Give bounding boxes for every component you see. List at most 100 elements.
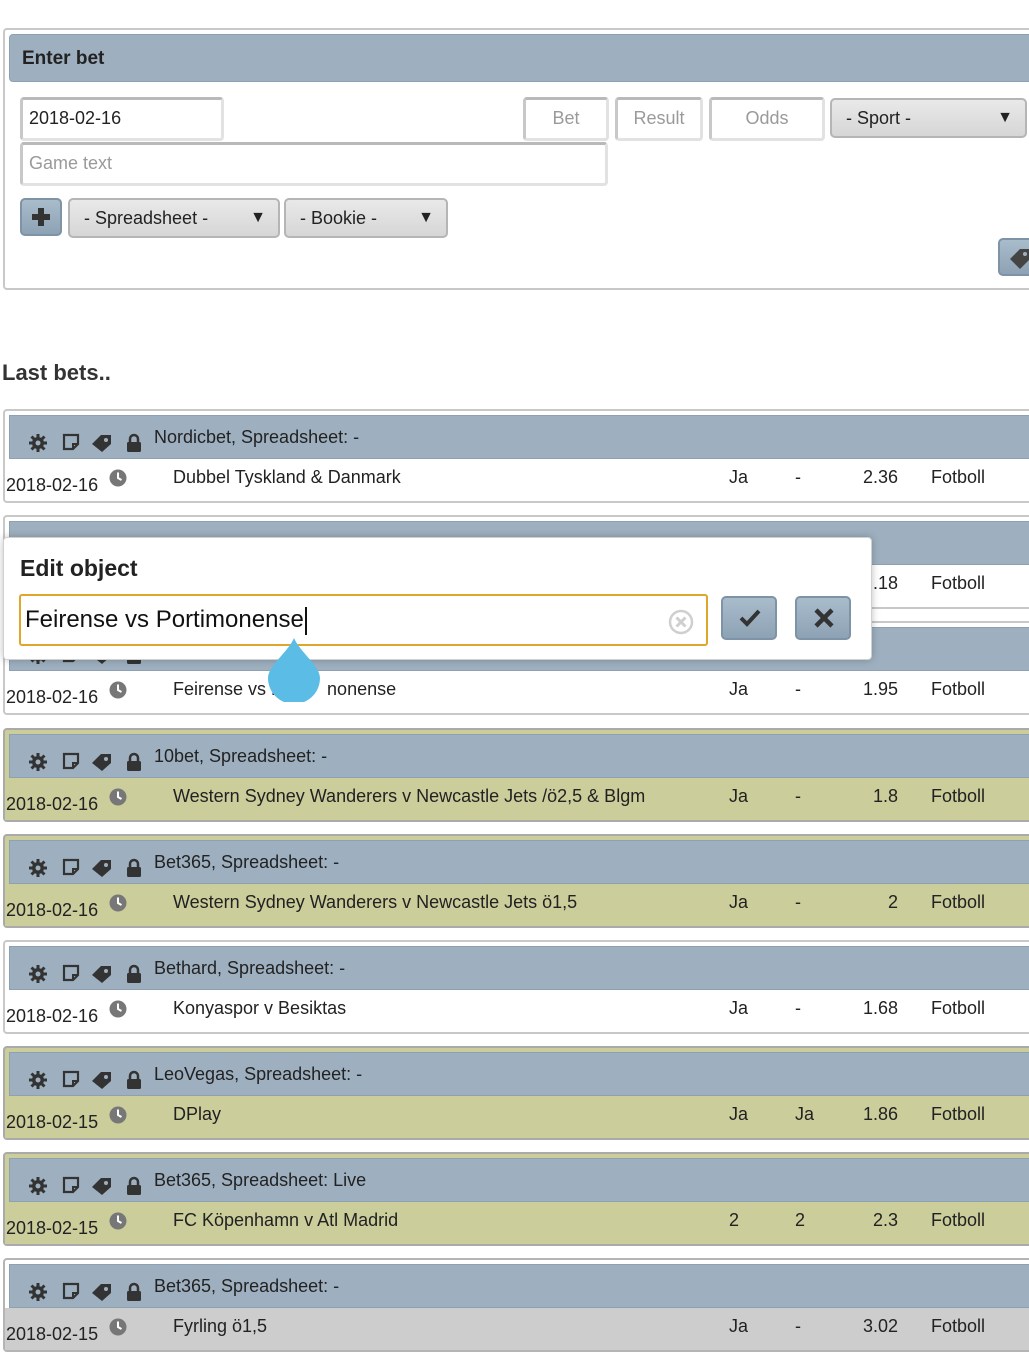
bookie-select[interactable]: - Bookie - ▼ [284, 198, 448, 238]
note-icon[interactable] [62, 752, 80, 770]
note-icon[interactable] [62, 964, 80, 982]
lock-icon[interactable] [126, 433, 142, 453]
bet-card: 10bet, Spreadsheet: - 2018-02-16 Western… [3, 728, 1029, 822]
lock-icon[interactable] [126, 1282, 142, 1302]
lock-icon[interactable] [126, 964, 142, 984]
gear-icon[interactable] [28, 433, 48, 453]
bet-odds: 2 [887, 892, 898, 912]
bet-game-text: Western Sydney Wanderers v Newcastle Jet… [173, 892, 577, 913]
tag-icon[interactable] [90, 858, 114, 878]
bet-odds: 2.3 [872, 1210, 898, 1230]
lock-icon[interactable] [126, 858, 142, 878]
edit-object-input-value: Feirense vs Portimonense [25, 606, 304, 633]
bet-card-header: Bet365, Spreadsheet: - [9, 1264, 1029, 1308]
bet-date: 2018-02-15 [6, 1218, 99, 1238]
plus-icon [32, 208, 50, 226]
bet-value: 2 [729, 1210, 740, 1230]
lock-icon[interactable] [126, 1176, 142, 1196]
tag-icon[interactable] [90, 752, 114, 772]
text-cursor-handle-icon[interactable] [266, 636, 322, 702]
bet-date: 2018-02-16 [6, 687, 99, 707]
gear-icon[interactable] [28, 1282, 48, 1302]
bet-game-text-start: Dubbel Tyskland & Danmark [173, 467, 401, 487]
bet-game-text: DPlay [173, 1104, 221, 1125]
bet-sport: Fotboll [931, 679, 986, 699]
bet-game-text: Western Sydney Wanderers v Newcastle Jet… [173, 786, 645, 807]
bet-game-text-start: Konyaspor v Besiktas [173, 998, 347, 1018]
bet-input[interactable]: Bet [523, 97, 609, 141]
table-row[interactable]: 2018-02-16 Western Sydney Wanderers v Ne… [5, 778, 1029, 820]
gear-icon[interactable] [28, 964, 48, 984]
check-icon [739, 609, 761, 627]
bet-result: - [795, 1316, 801, 1336]
add-bet-button[interactable] [20, 198, 62, 236]
bet-card: Bet365, Spreadsheet: - 2018-02-15 Fyrlin… [3, 1258, 1029, 1352]
bet-value: Ja [729, 998, 749, 1018]
bet-value: Ja [729, 1316, 749, 1336]
sport-select-label: - Sport - [846, 108, 912, 128]
bet-game-text-start: FC Köpenhamn v Atl Madrid [173, 1210, 399, 1230]
edit-object-dialog: Edit object Feirense vs Portimonense [3, 537, 872, 660]
tag-icon[interactable] [90, 433, 114, 453]
table-row[interactable]: 2018-02-16 Feirense vs Pnonense Ja - 1.9… [5, 671, 1029, 713]
chevron-down-icon: ▼ [997, 109, 1013, 126]
table-row[interactable]: 2018-02-16 Dubbel Tyskland & Danmark Ja … [5, 459, 1029, 501]
cancel-button[interactable] [795, 596, 851, 640]
bet-card-title: Bet365, Spreadsheet: - [154, 1276, 340, 1296]
note-icon[interactable] [62, 433, 80, 451]
bet-result: - [795, 679, 801, 699]
clock-icon [109, 788, 127, 806]
edit-object-input[interactable]: Feirense vs Portimonense [19, 594, 708, 646]
bet-game-text: Fyrling ö1,5 [173, 1316, 267, 1337]
enter-bet-panel: Enter bet 2018-02-16 Bet Result Odds - S… [3, 28, 1029, 290]
note-icon[interactable] [62, 1282, 80, 1300]
tag-icon[interactable] [90, 964, 114, 984]
confirm-button[interactable] [721, 596, 777, 640]
bet-sport: Fotboll [931, 573, 986, 593]
note-icon[interactable] [62, 1176, 80, 1194]
bet-card: Bet365, Spreadsheet: - 2018-02-16 Wester… [3, 834, 1029, 928]
note-icon[interactable] [62, 858, 80, 876]
tag-icon[interactable] [90, 1176, 114, 1196]
table-row[interactable]: 2018-02-15 DPlay Ja Ja 1.86 Fotboll [5, 1096, 1029, 1138]
bet-sport: Fotboll [931, 892, 986, 912]
bet-value: Ja [729, 786, 749, 806]
bet-card-header: Nordicbet, Spreadsheet: - [9, 415, 1029, 459]
bet-value: Ja [729, 467, 749, 487]
sport-select[interactable]: - Sport - ▼ [830, 98, 1027, 138]
bet-card-title: Bet365, Spreadsheet: Live [154, 1170, 367, 1190]
note-icon[interactable] [62, 1070, 80, 1088]
spreadsheet-select[interactable]: - Spreadsheet - ▼ [68, 198, 280, 238]
table-row[interactable]: 2018-02-15 Fyrling ö1,5 Ja - 3.02 Fotbol… [5, 1308, 1029, 1350]
bet-card-title: Nordicbet, Spreadsheet: - [154, 427, 360, 447]
bet-odds: 3.02 [862, 1316, 898, 1336]
game-text-input[interactable]: Game text [20, 142, 608, 186]
table-row[interactable]: 2018-02-16 Western Sydney Wanderers v Ne… [5, 884, 1029, 926]
date-input[interactable]: 2018-02-16 [20, 97, 224, 141]
clock-icon [109, 894, 127, 912]
tag-icon[interactable] [90, 1070, 114, 1090]
table-row[interactable]: 2018-02-16 Konyaspor v Besiktas Ja - 1.6… [5, 990, 1029, 1032]
bet-sport: Fotboll [931, 1210, 986, 1230]
tag-icon[interactable] [90, 1282, 114, 1302]
odds-input[interactable]: Odds [709, 97, 825, 141]
table-row[interactable]: 2018-02-15 FC Köpenhamn v Atl Madrid 2 2… [5, 1202, 1029, 1244]
dialog-title: Edit object [20, 555, 138, 581]
gear-icon[interactable] [28, 858, 48, 878]
bet-date: 2018-02-16 [6, 794, 99, 814]
bet-sport: Fotboll [931, 1316, 986, 1336]
clear-circle-icon[interactable] [668, 609, 694, 635]
result-input[interactable]: Result [615, 97, 703, 141]
tag-button[interactable] [998, 238, 1029, 276]
gear-icon[interactable] [28, 1070, 48, 1090]
bet-card-title: Bet365, Spreadsheet: - [154, 852, 340, 872]
lock-icon[interactable] [126, 752, 142, 772]
bet-odds: 1.95 [862, 679, 898, 699]
bet-result: - [795, 998, 801, 1018]
gear-icon[interactable] [28, 1176, 48, 1196]
bet-card: Nordicbet, Spreadsheet: - 2018-02-16 Dub… [3, 409, 1029, 503]
bet-sport: Fotboll [931, 786, 986, 806]
gear-icon[interactable] [28, 752, 48, 772]
bet-sport: Fotboll [931, 998, 986, 1018]
lock-icon[interactable] [126, 1070, 142, 1090]
